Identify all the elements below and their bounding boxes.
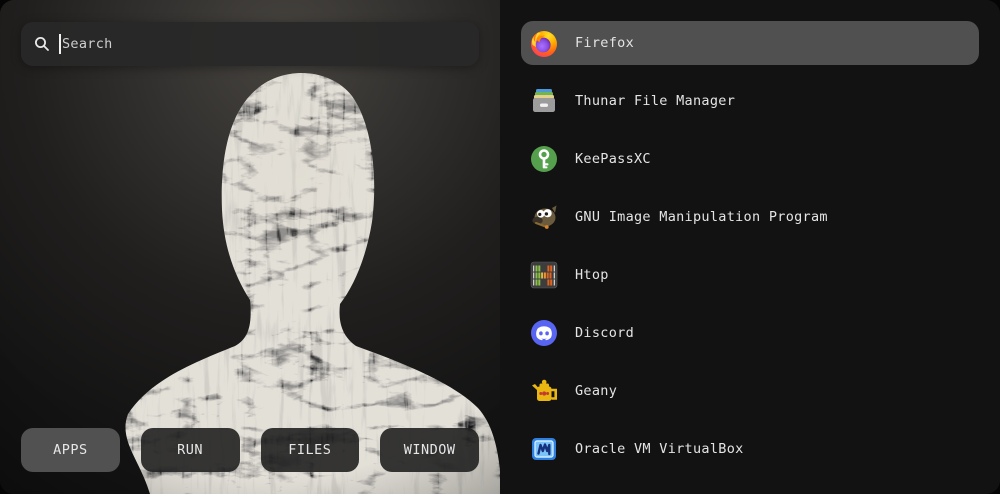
app-item-virtualbox[interactable]: Oracle VM VirtualBox — [521, 427, 979, 471]
app-item-geany[interactable]: Geany — [521, 369, 979, 413]
htop-icon — [528, 259, 560, 291]
app-item-htop[interactable]: Htop — [521, 253, 979, 297]
app-item-gimp[interactable]: GNU Image Manipulation Program — [521, 195, 979, 239]
thunar-icon — [528, 85, 560, 117]
app-label: KeePassXC — [575, 151, 651, 167]
app-list: Firefox Thunar File Manager KeePassXC GN… — [521, 21, 979, 471]
mode-tabs: APPS RUN FILES WINDOW — [21, 428, 479, 472]
background-artwork — [0, 0, 500, 494]
app-label: Oracle VM VirtualBox — [575, 441, 744, 457]
discord-icon — [528, 317, 560, 349]
text-cursor — [59, 34, 61, 54]
search-input[interactable] — [62, 36, 467, 52]
app-item-thunar[interactable]: Thunar File Manager — [521, 79, 979, 123]
app-label: Firefox — [575, 35, 634, 51]
tab-window[interactable]: WINDOW — [380, 428, 479, 472]
app-item-keepassxc[interactable]: KeePassXC — [521, 137, 979, 181]
app-label: GNU Image Manipulation Program — [575, 209, 828, 225]
search-icon — [33, 35, 51, 53]
tab-apps[interactable]: APPS — [21, 428, 120, 472]
app-label: Discord — [575, 325, 634, 341]
virtualbox-icon — [528, 433, 560, 465]
search-bar[interactable] — [21, 22, 479, 66]
app-label: Geany — [575, 383, 617, 399]
app-launcher-window: APPS RUN FILES WINDOW Firefox Thunar File M… — [0, 0, 1000, 494]
geany-icon — [528, 375, 560, 407]
gimp-icon — [528, 201, 560, 233]
app-list-panel: Firefox Thunar File Manager KeePassXC GN… — [500, 0, 1000, 494]
tab-run[interactable]: RUN — [141, 428, 240, 472]
app-item-discord[interactable]: Discord — [521, 311, 979, 355]
left-panel: APPS RUN FILES WINDOW — [0, 0, 500, 494]
app-item-firefox[interactable]: Firefox — [521, 21, 979, 65]
app-label: Thunar File Manager — [575, 93, 735, 109]
app-label: Htop — [575, 267, 609, 283]
keepassxc-icon — [528, 143, 560, 175]
tab-files[interactable]: FILES — [261, 428, 360, 472]
firefox-icon — [528, 27, 560, 59]
